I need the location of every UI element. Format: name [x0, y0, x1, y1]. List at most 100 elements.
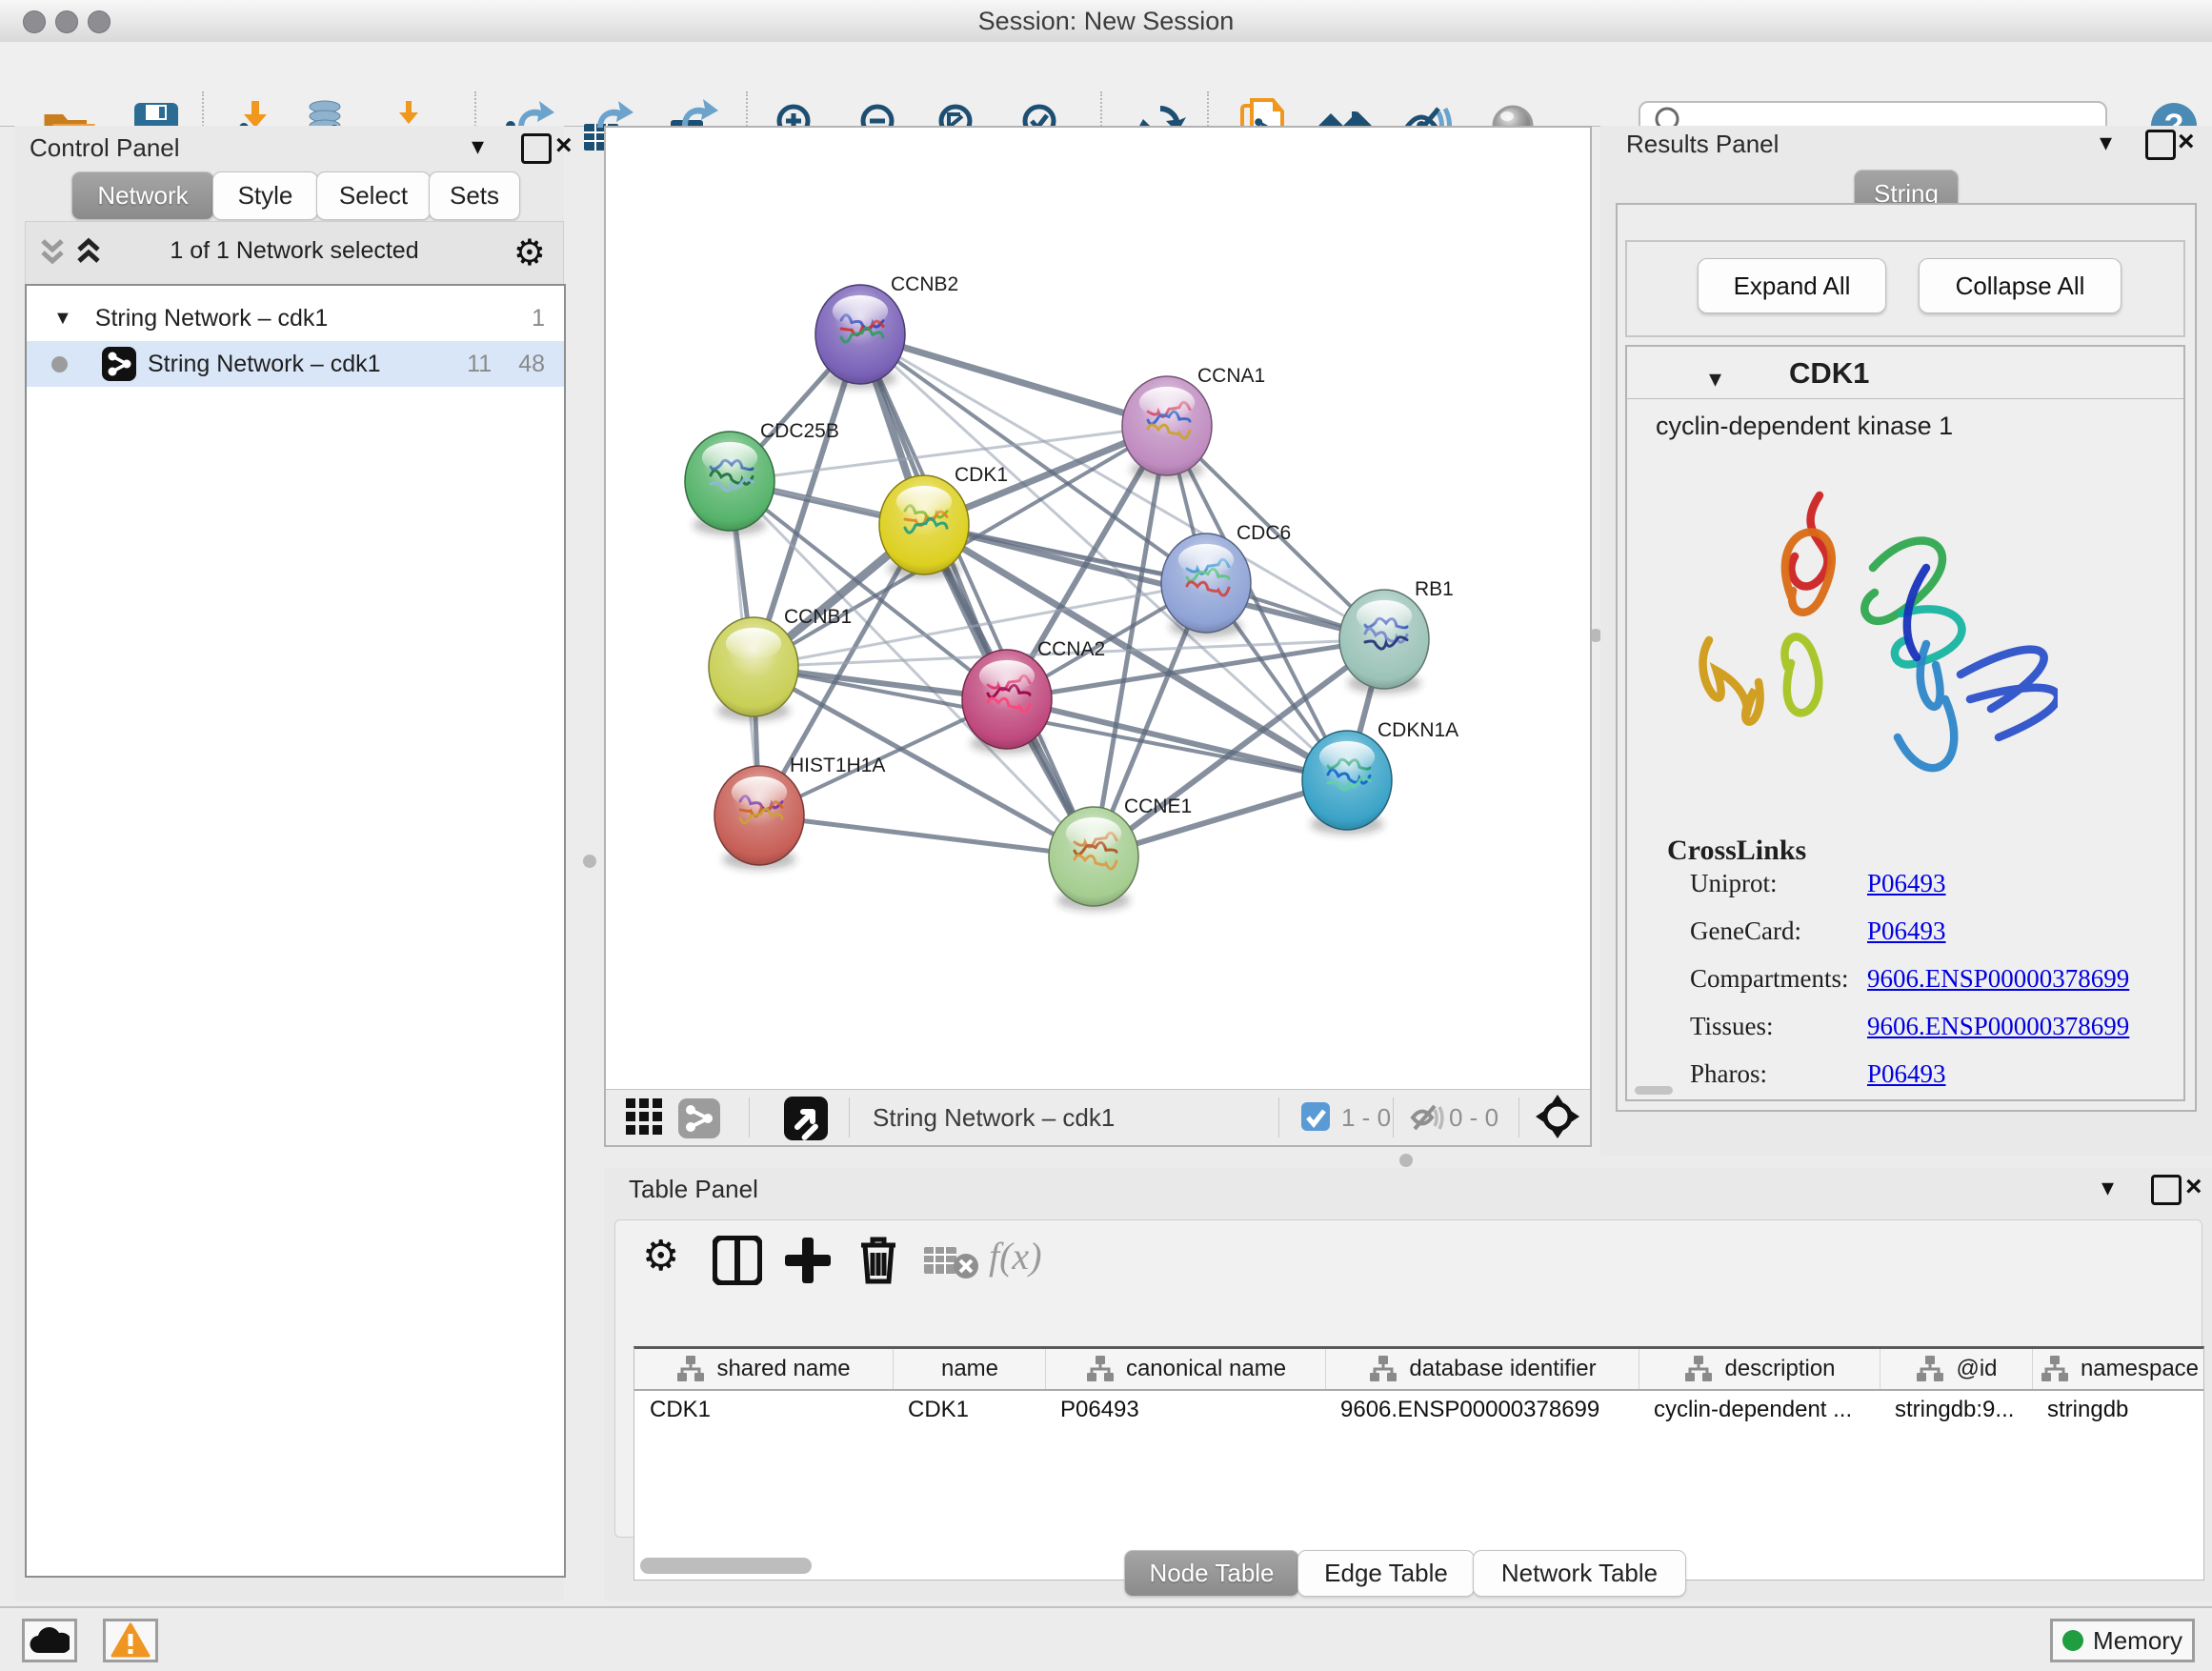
- selected-count-checkbox-icon[interactable]: [1301, 1102, 1332, 1133]
- tab-network-table[interactable]: Network Table: [1473, 1550, 1686, 1597]
- column-header-namespace[interactable]: namespace: [2032, 1349, 2204, 1389]
- crosslink-row: GeneCard: P06493: [1690, 916, 2166, 946]
- crosslink-label: GeneCard:: [1690, 916, 1801, 945]
- tab-network[interactable]: Network: [71, 171, 214, 220]
- control-panel-title: Control Panel: [30, 133, 180, 163]
- network-node-HIST1H1A[interactable]: HIST1H1A: [714, 755, 885, 870]
- results-panel-float-icon[interactable]: [2145, 130, 2176, 160]
- delete-column-icon[interactable]: [855, 1234, 901, 1285]
- title-bar: Session: New Session: [0, 0, 2212, 43]
- crosslinks-title: CrossLinks: [1667, 835, 1806, 867]
- edge-count: 48: [518, 351, 545, 378]
- tab-edge-table[interactable]: Edge Table: [1297, 1550, 1475, 1597]
- collection-expand-triangle-icon[interactable]: ▼: [53, 308, 72, 330]
- node-label-CDC25B: CDC25B: [760, 420, 839, 442]
- warnings-button[interactable]: [103, 1619, 158, 1662]
- node-label-CDC6: CDC6: [1237, 522, 1291, 544]
- column-header-canonical-name[interactable]: canonical name: [1045, 1349, 1326, 1389]
- table-cell[interactable]: 9606.ENSP00000378699: [1340, 1397, 1635, 1423]
- tab-sets[interactable]: Sets: [429, 171, 520, 220]
- results-panel-menu-icon[interactable]: ▾: [2100, 128, 2112, 157]
- memory-button[interactable]: Memory: [2050, 1619, 2195, 1662]
- node-label-CCNB2: CCNB2: [891, 273, 958, 295]
- add-column-icon[interactable]: [783, 1236, 833, 1285]
- table-cell[interactable]: P06493: [1060, 1397, 1321, 1423]
- function-builder-icon: f(x): [989, 1234, 1042, 1278]
- control-panel-float-icon[interactable]: [521, 133, 552, 164]
- column-type-icon: [1916, 1355, 1944, 1383]
- control-panel-close-icon[interactable]: ×: [555, 130, 573, 162]
- network-collection-row[interactable]: ▼ String Network – cdk1 1: [27, 295, 564, 341]
- grid-mode-icon[interactable]: [626, 1098, 666, 1138]
- network-list: ▼ String Network – cdk1 1 String Network…: [25, 284, 566, 1578]
- crosslink-value-link[interactable]: 9606.ENSP00000378699: [1867, 964, 2129, 994]
- table-cell[interactable]: stringdb: [2047, 1397, 2202, 1423]
- node-table[interactable]: shared namenamecanonical namedatabase id…: [633, 1346, 2204, 1580]
- node-label-CCNE1: CCNE1: [1124, 795, 1192, 817]
- fit-content-crosshair-icon[interactable]: [1536, 1095, 1579, 1138]
- collection-label: String Network – cdk1: [95, 305, 329, 332]
- table-panel: Table Panel ▾ × ⚙ f(x) shared namenameca…: [604, 1168, 2212, 1601]
- column-header-shared-name[interactable]: shared name: [634, 1349, 893, 1389]
- table-box: ⚙ f(x) shared namenamecanonical namedata…: [614, 1219, 2202, 1538]
- network-view-panel: CCNB2CCNA1CDC25BCDK1CDC6RB1CCNB1CCNA2CDK…: [604, 126, 1592, 1147]
- network-node-RB1[interactable]: RB1: [1339, 578, 1454, 694]
- selected-node-edge-counts: 1 - 0: [1341, 1103, 1391, 1133]
- network-status-dot: [51, 356, 68, 372]
- table-hscroll-thumb[interactable]: [640, 1558, 812, 1574]
- network-node-CCNB2[interactable]: CCNB2: [815, 273, 958, 389]
- column-header-name[interactable]: name: [893, 1349, 1046, 1389]
- table-cell[interactable]: cyclin-dependent ...: [1654, 1397, 1876, 1423]
- crosslink-value-link[interactable]: P06493: [1867, 869, 1946, 898]
- network-selection-summary: 1 of 1 Network selected: [26, 237, 563, 265]
- table-panel-menu-icon[interactable]: ▾: [2101, 1173, 2114, 1202]
- table-panel-close-icon[interactable]: ×: [2185, 1171, 2202, 1203]
- collection-count: 1: [532, 305, 545, 332]
- column-type-icon: [1684, 1355, 1713, 1383]
- collapse-all-button[interactable]: Collapse All: [1919, 258, 2122, 313]
- results-panel-close-icon[interactable]: ×: [2178, 126, 2195, 158]
- vertical-splitter-handle-left[interactable]: [583, 855, 596, 868]
- hidden-node-edge-counts: 0 - 0: [1449, 1103, 1498, 1133]
- tab-style[interactable]: Style: [212, 171, 318, 220]
- window-title: Session: New Session: [0, 7, 2212, 36]
- table-cell[interactable]: CDK1: [908, 1397, 1041, 1423]
- network-node-CDC6[interactable]: CDC6: [1161, 522, 1291, 637]
- memory-status-dot: [2062, 1630, 2083, 1651]
- tab-node-table[interactable]: Node Table: [1124, 1550, 1299, 1597]
- main-toolbar: ?: [0, 42, 2212, 127]
- gene-section: ▾ CDK1 cyclin-dependent kinase 1 CrossLi…: [1625, 345, 2185, 1101]
- network-node-CCNA1[interactable]: CCNA1: [1122, 365, 1265, 480]
- table-settings-gear-icon[interactable]: ⚙: [642, 1232, 679, 1280]
- column-header--id[interactable]: @id: [1880, 1349, 2033, 1389]
- crosslink-row: Compartments: 9606.ENSP00000378699: [1690, 964, 2166, 994]
- gene-section-collapse-icon[interactable]: ▾: [1709, 364, 1721, 393]
- network-list-settings-gear-icon[interactable]: ⚙: [513, 232, 546, 274]
- table-panel-float-icon[interactable]: [2151, 1175, 2182, 1205]
- cloud-button[interactable]: [22, 1619, 77, 1662]
- column-header-database-identifier[interactable]: database identifier: [1325, 1349, 1639, 1389]
- crosslink-value-link[interactable]: P06493: [1867, 1059, 1946, 1089]
- column-header-description[interactable]: description: [1639, 1349, 1880, 1389]
- horizontal-splitter-handle[interactable]: [1399, 1154, 1413, 1167]
- tab-select[interactable]: Select: [316, 171, 431, 220]
- show-column-icon[interactable]: [713, 1236, 762, 1285]
- network-node-CDKN1A[interactable]: CDKN1A: [1302, 719, 1458, 835]
- crosslink-value-link[interactable]: P06493: [1867, 916, 1946, 946]
- table-cell[interactable]: CDK1: [650, 1397, 889, 1423]
- warning-icon: [111, 1622, 151, 1659]
- birds-eye-view-icon[interactable]: [784, 1097, 828, 1140]
- results-buttons-box: Expand All Collapse All: [1625, 240, 2185, 337]
- column-type-icon: [676, 1355, 705, 1383]
- network-row[interactable]: String Network – cdk1 11 48: [27, 341, 564, 387]
- control-panel-menu-icon[interactable]: ▾: [472, 131, 484, 161]
- results-hscroll-thumb[interactable]: [1635, 1086, 1673, 1095]
- cloud-icon: [30, 1626, 70, 1655]
- expand-all-button[interactable]: Expand All: [1698, 258, 1886, 313]
- results-panel-title: Results Panel: [1626, 130, 1779, 159]
- node-label-RB1: RB1: [1415, 578, 1454, 600]
- crosslink-value-link[interactable]: 9606.ENSP00000378699: [1867, 1012, 2129, 1041]
- network-label: String Network – cdk1: [148, 351, 381, 378]
- table-cell[interactable]: stringdb:9...: [1895, 1397, 2028, 1423]
- network-canvas[interactable]: CCNB2CCNA1CDC25BCDK1CDC6RB1CCNB1CCNA2CDK…: [606, 128, 1590, 1090]
